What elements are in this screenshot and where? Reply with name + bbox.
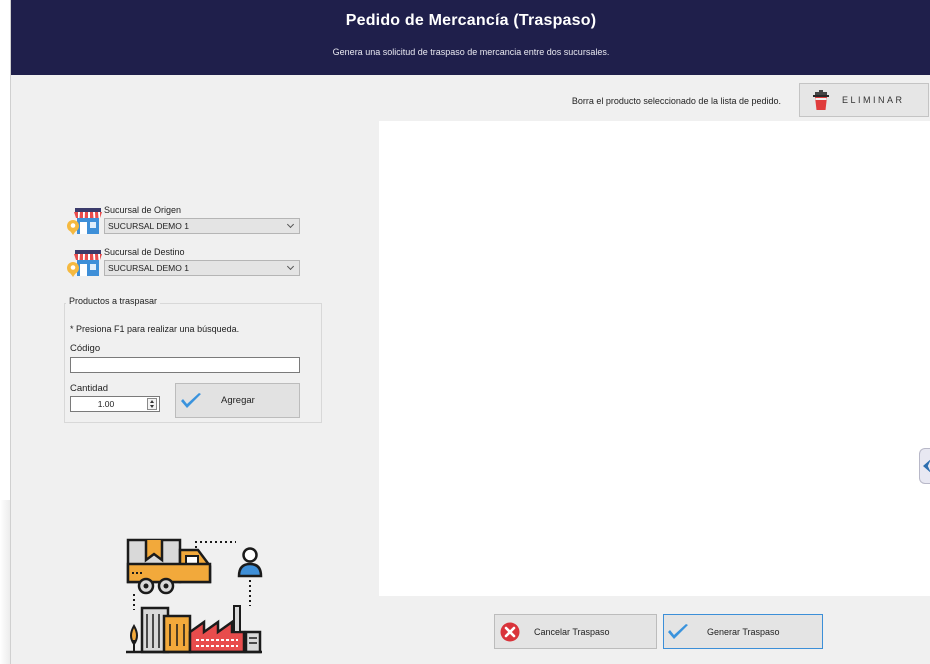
increment-arrow-icon[interactable] (150, 400, 154, 403)
decrement-arrow-icon[interactable] (150, 405, 154, 408)
origin-select-value: SUCURSAL DEMO 1 (108, 221, 189, 231)
delete-hint: Borra el producto seleccionado de la lis… (571, 96, 781, 106)
order-list[interactable] (379, 121, 930, 596)
cancel-transfer-button[interactable]: Cancelar Traspaso (494, 614, 657, 649)
origin-row: Sucursal de Origen SUCURSAL DEMO 1 (66, 204, 300, 236)
generate-transfer-label: Generar Traspaso (707, 626, 780, 637)
check-icon (668, 623, 688, 639)
chevron-down-icon (286, 220, 295, 229)
origin-select[interactable]: SUCURSAL DEMO 1 (104, 218, 300, 234)
destination-select[interactable]: SUCURSAL DEMO 1 (104, 260, 300, 276)
side-panel-toggle[interactable] (919, 448, 930, 484)
spin-buttons[interactable] (147, 398, 157, 410)
add-button-label: Agregar (221, 395, 255, 406)
search-hint: * Presiona F1 para realizar una búsqueda… (70, 324, 240, 334)
destination-field: Sucursal de Destino SUCURSAL DEMO 1 (104, 246, 300, 278)
delivery-truck-factory-icon (126, 538, 263, 654)
page-title: Pedido de Mercancía (Traspaso) (345, 12, 597, 29)
products-group-title: Productos a traspasar (66, 296, 161, 306)
check-icon (181, 392, 201, 408)
delete-button[interactable]: ELIMINAR (799, 83, 929, 117)
transfer-window: Pedido de Mercancía (Traspaso) Genera un… (10, 0, 930, 664)
destination-select-value: SUCURSAL DEMO 1 (108, 263, 189, 273)
trash-cup-icon (813, 90, 829, 110)
x-circle-icon (500, 622, 520, 641)
destination-label: Sucursal de Destino (104, 247, 185, 257)
store-location-icon (67, 208, 102, 235)
origin-field: Sucursal de Origen SUCURSAL DEMO 1 (104, 204, 300, 236)
chevron-down-icon (286, 262, 295, 271)
delete-button-label: ELIMINAR (842, 95, 905, 105)
quantity-stepper[interactable]: 1.00 (70, 396, 160, 412)
destination-row: Sucursal de Destino SUCURSAL DEMO 1 (66, 246, 300, 278)
origin-label: Sucursal de Origen (104, 205, 182, 215)
code-label: Código (70, 343, 101, 354)
code-input[interactable] (70, 357, 300, 373)
generate-transfer-button[interactable]: Generar Traspaso (663, 614, 823, 649)
header-bar: Pedido de Mercancía (Traspaso) Genera un… (11, 0, 930, 75)
cancel-transfer-label: Cancelar Traspaso (534, 626, 610, 637)
quantity-label: Cantidad (70, 383, 109, 394)
chevron-left-icon (923, 459, 930, 473)
quantity-value: 1.00 (97, 399, 115, 409)
page-subtitle: Genera una solicitud de traspaso de merc… (332, 47, 610, 57)
store-location-icon (67, 250, 102, 277)
window-shadow (0, 500, 10, 664)
add-button[interactable]: Agregar (175, 383, 300, 418)
